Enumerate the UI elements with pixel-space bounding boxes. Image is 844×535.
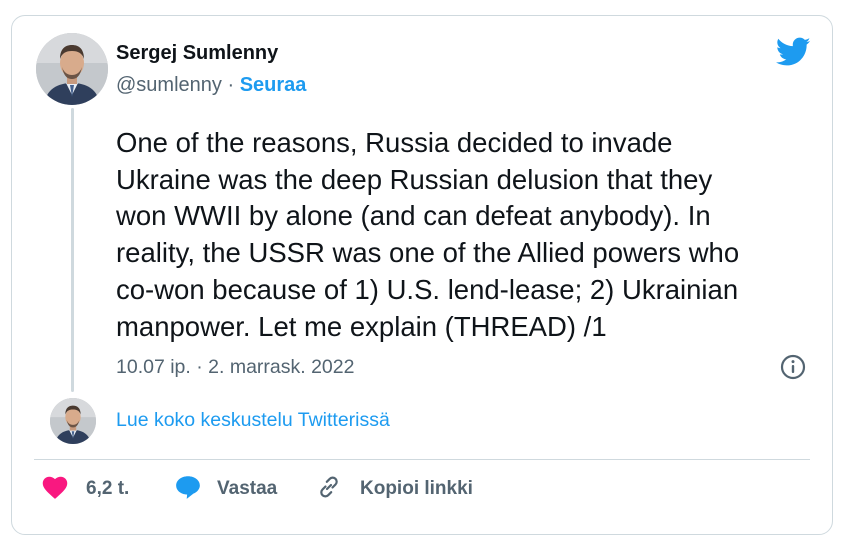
handle-separator: · — [221, 74, 240, 96]
tweet-text-line: manpower. Let me explain (THREAD) /1 — [116, 310, 607, 342]
reply-label: Vastaa — [217, 478, 278, 499]
twitter-bird-icon[interactable] — [775, 37, 811, 67]
link-icon — [315, 474, 343, 505]
tweet-text-line: co-won because of 1) U.S. lend-lease; 2)… — [116, 273, 739, 305]
tweet-text-line: Ukraine was the deep Russian delusion th… — [116, 163, 713, 195]
info-icon[interactable] — [779, 353, 807, 381]
thread-line — [71, 108, 74, 392]
author-avatar[interactable] — [36, 33, 108, 105]
tweet-text-line: won WWII by alone (and can defeat anybod… — [116, 200, 711, 232]
tweet-text-line: One of the reasons, Russia decided to in… — [116, 127, 673, 158]
heart-icon — [41, 474, 69, 505]
author-handle[interactable]: @sumlenny — [116, 74, 222, 96]
tweet-timestamp[interactable]: 10.07 ip. · 2. marrask. 2022 — [116, 356, 354, 379]
author-handle-row: @sumlenny · Seuraa — [116, 74, 306, 97]
reply-button[interactable]: Vastaa — [174, 474, 277, 504]
author-name[interactable]: Sergej Sumlenny — [116, 42, 278, 65]
follow-link[interactable]: Seuraa — [240, 74, 307, 96]
read-full-thread-link[interactable]: Lue koko keskustelu Twitterissä — [116, 409, 390, 432]
copy-link-label: Kopioi linkki — [360, 478, 473, 499]
copy-link-button[interactable]: Kopioi linkki — [315, 474, 473, 504]
like-button[interactable]: 6,2 t. — [41, 474, 129, 504]
speech-bubble-icon — [174, 474, 202, 505]
tweet-text: One of the reasons, Russia decided to in… — [116, 125, 816, 345]
like-count: 6,2 t. — [86, 478, 130, 499]
actions-divider — [34, 459, 810, 460]
tweet-text-line: reality, the USSR was one of the Allied … — [116, 237, 740, 269]
thread-avatar[interactable] — [50, 398, 96, 444]
